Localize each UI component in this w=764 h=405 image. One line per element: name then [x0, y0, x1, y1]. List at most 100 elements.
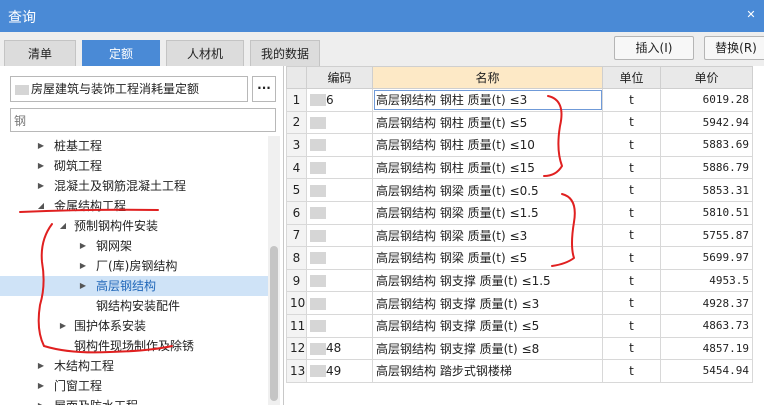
tree-node-masonry[interactable]: ▶ 砌筑工程 [0, 156, 270, 176]
row-code[interactable] [306, 133, 373, 157]
row-unit[interactable]: t [602, 268, 661, 293]
chevron-right-icon[interactable]: ▶ [36, 136, 46, 156]
tree-node-factory-steel[interactable]: ▶ 厂(库)房钢结构 [0, 256, 270, 276]
table-row[interactable]: 6 高层钢结构 钢梁 质量(t) ≤1.5 t 5810.51 [286, 200, 753, 225]
tree-node-pile[interactable]: ▶ 桩基工程 [0, 136, 270, 156]
row-unit[interactable]: t [602, 223, 661, 248]
row-price[interactable]: 6019.28 [660, 88, 753, 112]
replace-button[interactable]: 替换(R) [704, 36, 764, 60]
row-name[interactable]: 高层钢结构 钢支撑 质量(t) ≤5 [372, 313, 603, 338]
header-name[interactable]: 名称 [372, 66, 603, 89]
row-price[interactable]: 5454.94 [660, 359, 753, 383]
row-name[interactable]: 高层钢结构 钢柱 质量(t) ≤3 [372, 88, 603, 112]
row-code[interactable]: 49 [306, 359, 373, 383]
row-code[interactable] [306, 110, 373, 135]
table-row[interactable]: 5 高层钢结构 钢梁 质量(t) ≤0.5 t 5853.31 [286, 178, 753, 202]
row-code[interactable] [306, 313, 373, 338]
row-price[interactable]: 5699.97 [660, 246, 753, 270]
chevron-right-icon[interactable]: ▶ [36, 176, 46, 196]
table-row[interactable]: 10 高层钢结构 钢支撑 质量(t) ≤3 t 4928.37 [286, 291, 753, 315]
row-unit[interactable]: t [602, 133, 661, 157]
row-unit[interactable]: t [602, 200, 661, 225]
row-code[interactable] [306, 291, 373, 315]
chevron-right-icon[interactable]: ▶ [58, 316, 68, 336]
row-name[interactable]: 高层钢结构 钢支撑 质量(t) ≤1.5 [372, 268, 603, 293]
row-price[interactable]: 5810.51 [660, 200, 753, 225]
table-row[interactable]: 3 高层钢结构 钢柱 质量(t) ≤10 t 5883.69 [286, 133, 753, 157]
row-code[interactable]: 6 [306, 88, 373, 112]
row-unit[interactable]: t [602, 155, 661, 180]
row-unit[interactable]: t [602, 178, 661, 202]
tab-bill[interactable]: 清单 [4, 40, 76, 66]
tree-node-onsite-fabrication[interactable]: 钢构件现场制作及除锈 [0, 336, 270, 356]
chevron-right-icon[interactable]: ▶ [36, 156, 46, 176]
chevron-down-icon[interactable]: ◢ [36, 196, 46, 216]
tree-node-highrise-steel[interactable]: ▶ 高层钢结构 [0, 276, 270, 296]
row-price[interactable]: 5886.79 [660, 155, 753, 180]
row-code[interactable] [306, 268, 373, 293]
tree-node-steel-grid[interactable]: ▶ 钢网架 [0, 236, 270, 256]
table-row[interactable]: 13 49 高层钢结构 踏步式钢楼梯 t 5454.94 [286, 359, 753, 383]
row-code[interactable] [306, 178, 373, 202]
tree-node-metal-structure[interactable]: ◢ 金属结构工程 [0, 196, 270, 216]
row-unit[interactable]: t [602, 110, 661, 135]
row-name[interactable]: 高层钢结构 钢支撑 质量(t) ≤8 [372, 336, 603, 361]
tree-scrollbar[interactable] [268, 136, 280, 405]
row-code[interactable]: 48 [306, 336, 373, 361]
row-price[interactable]: 4863.73 [660, 313, 753, 338]
row-unit[interactable]: t [602, 359, 661, 383]
tree-node-enclosure[interactable]: ▶ 围护体系安装 [0, 316, 270, 336]
table-row[interactable]: 1 6 高层钢结构 钢柱 质量(t) ≤3 t 6019.28 [286, 88, 753, 112]
table-row[interactable]: 2 高层钢结构 钢柱 质量(t) ≤5 t 5942.94 [286, 110, 753, 135]
tree-node-doors-windows[interactable]: ▶ 门窗工程 [0, 376, 270, 396]
row-name[interactable]: 高层钢结构 钢支撑 质量(t) ≤3 [372, 291, 603, 315]
table-row[interactable]: 4 高层钢结构 钢柱 质量(t) ≤15 t 5886.79 [286, 155, 753, 180]
row-price[interactable]: 4928.37 [660, 291, 753, 315]
row-name[interactable]: 高层钢结构 钢梁 质量(t) ≤3 [372, 223, 603, 248]
tree-node-prefab-install[interactable]: ◢ 预制钢构件安装 [0, 216, 270, 236]
row-name[interactable]: 高层钢结构 踏步式钢楼梯 [372, 359, 603, 383]
row-price[interactable]: 4953.5 [660, 268, 753, 293]
tree-node-timber[interactable]: ▶ 木结构工程 [0, 356, 270, 376]
header-code[interactable]: 编码 [306, 66, 373, 89]
row-price[interactable]: 5853.31 [660, 178, 753, 202]
header-unit[interactable]: 单位 [602, 66, 661, 89]
search-input[interactable] [10, 108, 276, 132]
row-name[interactable]: 高层钢结构 钢柱 质量(t) ≤5 [372, 110, 603, 135]
tree-node-install-fittings[interactable]: 钢结构安装配件 [0, 296, 270, 316]
row-code[interactable] [306, 223, 373, 248]
chevron-right-icon[interactable]: ▶ [36, 396, 46, 405]
more-options-button[interactable]: ··· [252, 76, 276, 102]
chevron-right-icon[interactable]: ▶ [78, 276, 88, 296]
row-name[interactable]: 高层钢结构 钢柱 质量(t) ≤10 [372, 133, 603, 157]
row-price[interactable]: 5883.69 [660, 133, 753, 157]
chevron-right-icon[interactable]: ▶ [78, 256, 88, 276]
row-name[interactable]: 高层钢结构 钢梁 质量(t) ≤5 [372, 246, 603, 270]
row-code[interactable] [306, 246, 373, 270]
chevron-right-icon[interactable]: ▶ [36, 356, 46, 376]
table-row[interactable]: 9 高层钢结构 钢支撑 质量(t) ≤1.5 t 4953.5 [286, 268, 753, 293]
tree-node-roof-waterproof[interactable]: ▶ 屋面及防水工程 [0, 396, 270, 405]
row-unit[interactable]: t [602, 291, 661, 315]
row-price[interactable]: 4857.19 [660, 336, 753, 361]
close-icon[interactable]: ✕ [744, 8, 758, 22]
tree-node-concrete[interactable]: ▶ 混凝土及钢筋混凝土工程 [0, 176, 270, 196]
row-unit[interactable]: t [602, 313, 661, 338]
row-price[interactable]: 5942.94 [660, 110, 753, 135]
table-row[interactable]: 7 高层钢结构 钢梁 质量(t) ≤3 t 5755.87 [286, 223, 753, 248]
row-price[interactable]: 5755.87 [660, 223, 753, 248]
table-row[interactable]: 8 高层钢结构 钢梁 质量(t) ≤5 t 5699.97 [286, 246, 753, 270]
row-name[interactable]: 高层钢结构 钢梁 质量(t) ≤1.5 [372, 200, 603, 225]
tab-quota[interactable]: 定额 [82, 40, 160, 66]
table-row[interactable]: 12 48 高层钢结构 钢支撑 质量(t) ≤8 t 4857.19 [286, 336, 753, 361]
chevron-down-icon[interactable]: ◢ [58, 216, 68, 236]
row-unit[interactable]: t [602, 336, 661, 361]
tab-my-data[interactable]: 我的数据 [250, 40, 320, 66]
row-name[interactable]: 高层钢结构 钢梁 质量(t) ≤0.5 [372, 178, 603, 202]
header-price[interactable]: 单价 [660, 66, 753, 89]
scrollbar-thumb[interactable] [270, 246, 278, 401]
chevron-right-icon[interactable]: ▶ [78, 236, 88, 256]
insert-button[interactable]: 插入(I) [614, 36, 694, 60]
row-unit[interactable]: t [602, 88, 661, 112]
row-unit[interactable]: t [602, 246, 661, 270]
